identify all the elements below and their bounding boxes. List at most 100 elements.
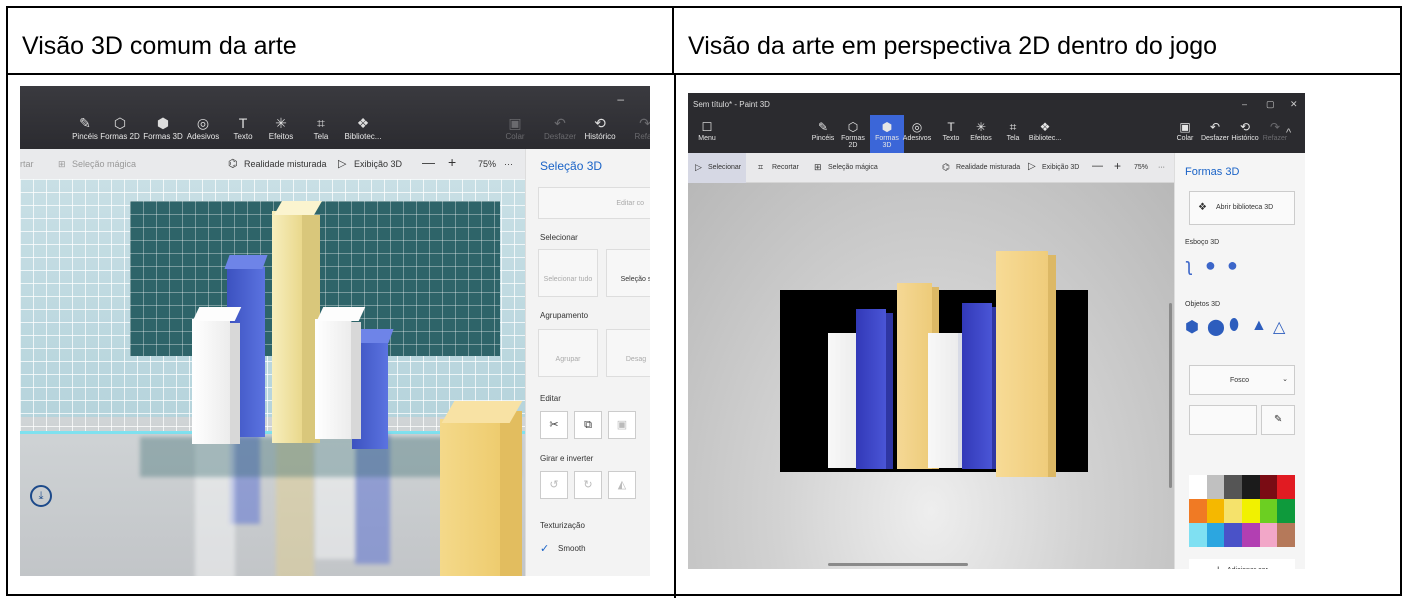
view-3d-button[interactable]: Exibição 3D <box>1042 164 1079 171</box>
yellow-bar-2[interactable] <box>996 251 1048 477</box>
vertical-scrollbar[interactable] <box>1169 303 1172 488</box>
download-icon[interactable]: ⤓ <box>30 485 52 507</box>
select-button[interactable]: Selecionar <box>708 164 741 171</box>
tool-effects[interactable]: ✳ Efeitos <box>964 121 998 142</box>
color-swatch[interactable] <box>1206 523 1225 547</box>
tool-history[interactable]: ⟲ Histórico <box>1228 121 1262 142</box>
tool-shapes-3d[interactable]: ⬢ Formas 3D <box>870 115 904 153</box>
yellow-bar[interactable] <box>272 211 302 443</box>
paste-icon[interactable]: ▣ <box>608 411 636 439</box>
tool-text[interactable]: T Texto <box>934 121 968 142</box>
color-preview[interactable] <box>1189 405 1257 435</box>
tool-label: Tela <box>1006 135 1020 142</box>
horizontal-scrollbar[interactable] <box>828 563 968 566</box>
group-button[interactable]: Agrupar <box>538 329 598 377</box>
zoom-out-button[interactable]: — <box>422 155 435 170</box>
color-swatch[interactable] <box>1241 475 1260 499</box>
eyedropper-button[interactable]: ✎ <box>1261 405 1295 435</box>
color-swatch[interactable] <box>1241 523 1260 547</box>
rotate-right-icon[interactable]: ↻ <box>574 471 602 499</box>
material-dropdown[interactable]: Fosco ⌄ <box>1189 365 1295 395</box>
white-bar-right[interactable] <box>315 319 351 439</box>
zoom-in-button[interactable]: + <box>1114 159 1121 173</box>
tool-paste[interactable]: ▣ Colar <box>1168 121 1202 142</box>
add-color-button[interactable]: + Adicionar cor <box>1189 559 1295 569</box>
more-button[interactable]: ··· <box>1158 164 1165 171</box>
blue-bar-1[interactable] <box>856 309 886 469</box>
cone-icon[interactable]: ▲ <box>1251 317 1267 335</box>
close-button[interactable]: ✕ <box>1290 99 1298 110</box>
tool-stickers[interactable]: ◎ Adesivos <box>900 121 934 142</box>
tool-label: Refazer <box>1262 135 1288 142</box>
pyramid-icon[interactable]: △ <box>1273 317 1285 337</box>
color-swatch[interactable] <box>1277 499 1295 523</box>
color-swatch[interactable] <box>1189 499 1207 523</box>
ungroup-button[interactable]: Desag <box>606 329 650 377</box>
edit-color-button[interactable]: Editar co <box>538 187 650 219</box>
cut-icon[interactable]: ✂ <box>540 411 568 439</box>
view-3d-button[interactable]: Exibição 3D <box>354 159 402 169</box>
soft-sketch-icon[interactable]: ● <box>1205 255 1216 276</box>
white-bar-1[interactable] <box>828 333 858 468</box>
menu-button[interactable]: ☐ Menu <box>690 121 724 142</box>
magic-select-button[interactable]: Seleção mágica <box>828 164 878 171</box>
rotate-left-icon[interactable]: ↺ <box>540 471 568 499</box>
tool-library[interactable]: ❖ Bibliotec... <box>338 116 388 141</box>
color-swatch[interactable] <box>1206 499 1225 523</box>
collapse-icon[interactable]: ^ <box>1286 127 1291 139</box>
crop-button[interactable]: Recortar <box>772 164 799 171</box>
plus-icon: + <box>1215 564 1221 569</box>
brush-icon: ✎ <box>817 120 829 134</box>
sphere-icon[interactable]: ⬤ <box>1207 317 1225 337</box>
copy-icon[interactable]: ⧉ <box>574 411 602 439</box>
open-3d-library-button[interactable]: ❖ Abrir biblioteca 3D <box>1189 191 1295 225</box>
color-swatch[interactable] <box>1189 523 1207 547</box>
smooth-check-icon[interactable]: ✓ <box>540 542 549 555</box>
color-swatch[interactable] <box>1206 475 1225 499</box>
blue-bar-2[interactable] <box>962 303 992 469</box>
color-swatch[interactable] <box>1277 523 1295 547</box>
yellow-block-foreground[interactable] <box>440 419 500 576</box>
zoom-in-button[interactable]: + <box>448 154 456 170</box>
color-swatch[interactable] <box>1259 499 1278 523</box>
tool-label: Formas 3D <box>143 132 183 141</box>
color-swatch[interactable] <box>1259 523 1278 547</box>
tool-canvas[interactable]: ⌗ Tela <box>996 121 1030 142</box>
mixed-reality-button[interactable]: Realidade misturada <box>244 159 327 169</box>
color-swatch[interactable] <box>1277 475 1295 499</box>
magic-select-button[interactable]: Seleção mágica <box>72 159 136 169</box>
capsule-icon[interactable]: ⬮ <box>1229 317 1239 335</box>
flip-icon[interactable]: ◭ <box>608 471 636 499</box>
color-swatch[interactable] <box>1189 475 1207 499</box>
sharp-sketch-icon[interactable]: ʅ <box>1187 255 1191 276</box>
tool-library[interactable]: ❖ Bibliotec... <box>1028 121 1062 142</box>
white-bar-left[interactable] <box>192 319 230 444</box>
eyedropper-icon: ✎ <box>1274 414 1283 425</box>
maximize-button[interactable]: ▢ <box>1266 99 1275 110</box>
color-swatch[interactable] <box>1241 499 1260 523</box>
mixed-reality-button[interactable]: Realidade misturada <box>956 164 1020 171</box>
white-bar-2[interactable] <box>928 333 958 468</box>
canvas-2d-perspective[interactable] <box>688 183 1174 569</box>
color-swatch[interactable] <box>1224 499 1242 523</box>
minimize-icon[interactable]: – <box>617 92 624 106</box>
tool-brush[interactable]: ✎ Pincéis <box>806 121 840 142</box>
color-swatch[interactable] <box>1224 523 1242 547</box>
select-all-button[interactable]: Selecionar tudo <box>538 249 598 297</box>
zoom-out-button[interactable]: — <box>1092 160 1103 172</box>
minimize-button[interactable]: – <box>1242 99 1247 109</box>
tube-sketch-icon[interactable]: ● <box>1227 255 1238 276</box>
tool-shapes-2d[interactable]: ⬡ Formas 2D <box>836 121 870 149</box>
canvas-3d-view[interactable]: ⤓ <box>20 179 525 576</box>
color-swatch[interactable] <box>1259 475 1278 499</box>
tool-undo[interactable]: ↶ Desfazer <box>1198 121 1232 142</box>
cube-icon[interactable]: ⬢ <box>1185 317 1199 337</box>
color-swatch[interactable] <box>1224 475 1242 499</box>
more-button[interactable]: ··· <box>504 159 513 169</box>
select-partial-button[interactable]: Seleção s <box>606 249 650 297</box>
yellow-bar-1[interactable] <box>897 283 932 469</box>
tool-paste[interactable]: ▣ Colar <box>490 116 540 141</box>
crop-button[interactable]: rtar <box>20 159 34 169</box>
tool-redo[interactable]: ↷Refaz <box>620 116 650 141</box>
tool-history[interactable]: ⟲ Histórico <box>575 116 625 141</box>
